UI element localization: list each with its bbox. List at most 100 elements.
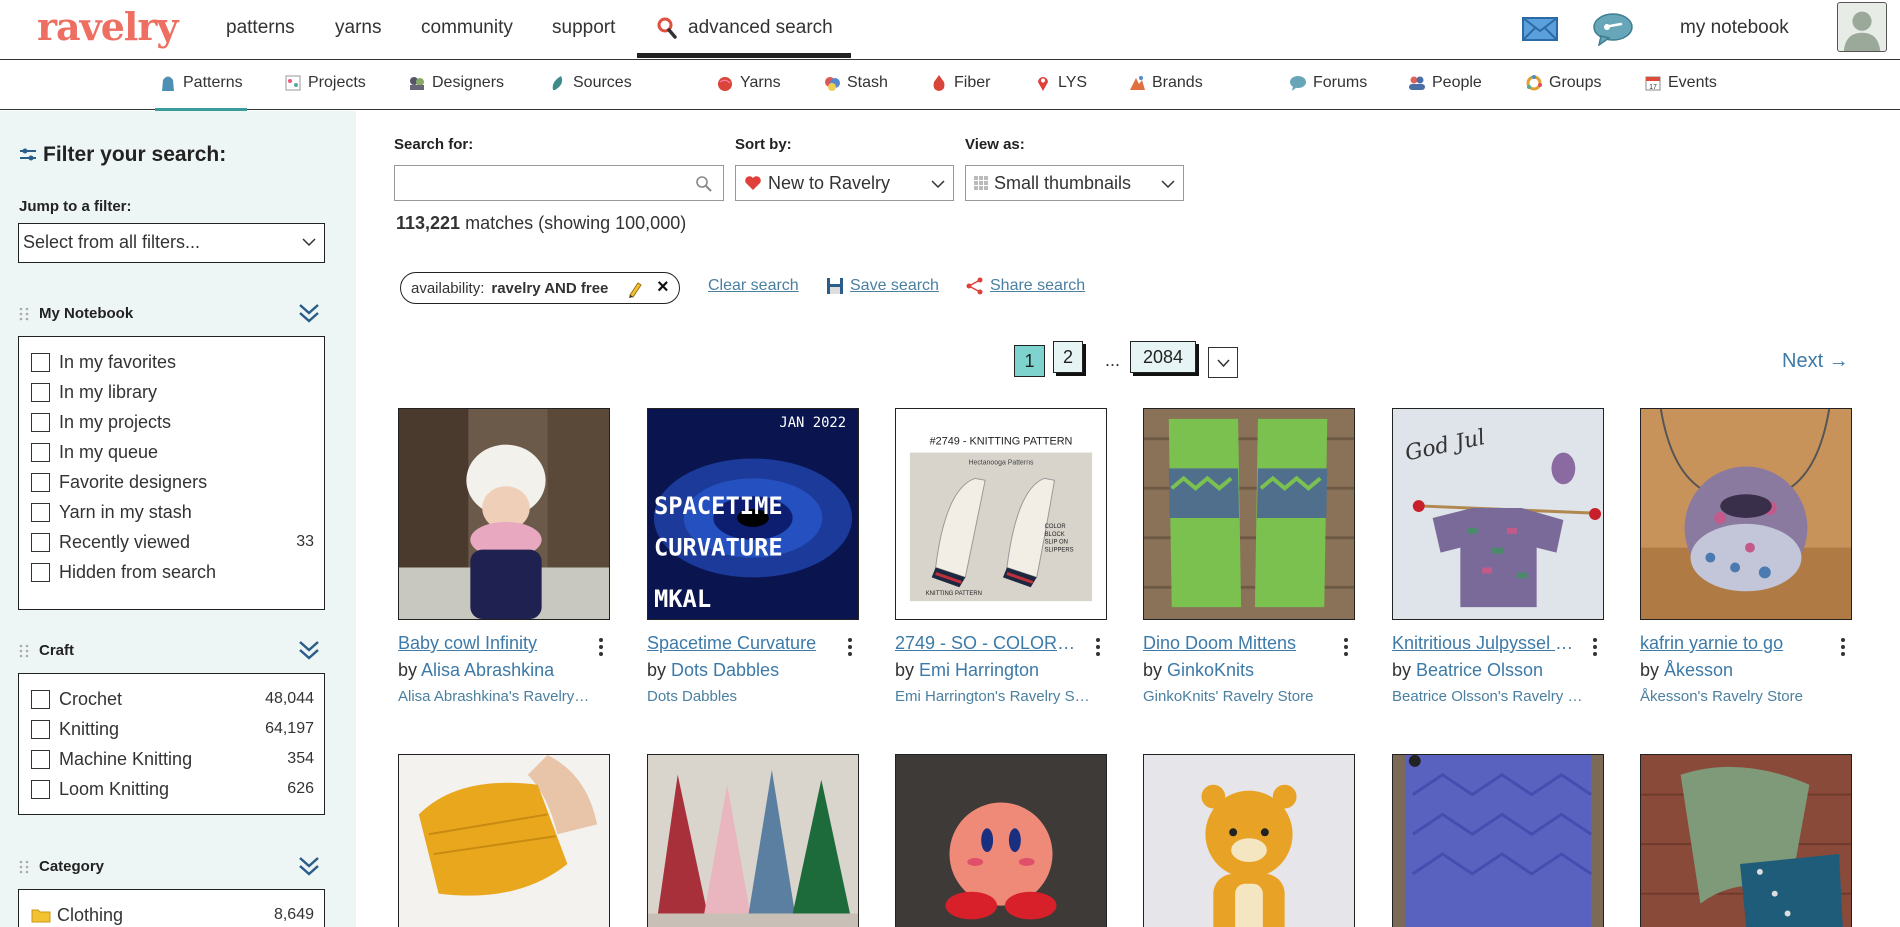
checkbox[interactable] — [31, 532, 50, 552]
tab-brands[interactable]: Brands — [1128, 74, 1203, 92]
pattern-title-link[interactable]: kafrin yarnie to go — [1640, 633, 1822, 654]
tab-groups[interactable]: Groups — [1525, 74, 1601, 92]
tab-people[interactable]: People — [1408, 74, 1482, 92]
checkbox[interactable] — [31, 502, 50, 522]
pattern-thumbnail[interactable] — [895, 754, 1107, 927]
collapse-icon[interactable] — [297, 854, 321, 878]
filter-in-my-library[interactable]: In my library — [31, 380, 314, 404]
page-jump-dropdown[interactable] — [1208, 347, 1238, 378]
designer-link[interactable]: Alisa Abrashkina — [421, 660, 554, 680]
active-filter-chip[interactable]: availability: ravelry AND free × — [400, 272, 680, 304]
store-link[interactable]: Åkesson's Ravelry Store — [1640, 688, 1835, 705]
filter-in-my-favorites[interactable]: In my favorites — [31, 350, 314, 374]
tab-sources[interactable]: Sources — [549, 74, 632, 92]
share-search-link[interactable]: Share search — [966, 277, 1085, 295]
drag-handle-icon[interactable] — [19, 307, 29, 321]
filter-machine-knitting[interactable]: Machine Knitting 354 — [31, 747, 314, 771]
filter-in-my-projects[interactable]: In my projects — [31, 410, 314, 434]
checkbox[interactable] — [31, 562, 50, 582]
clear-search-link[interactable]: Clear search — [708, 277, 799, 295]
nav-patterns[interactable]: patterns — [226, 17, 295, 39]
tab-forums[interactable]: Forums — [1289, 74, 1367, 92]
drag-handle-icon[interactable] — [19, 860, 29, 874]
checkbox[interactable] — [31, 689, 50, 709]
designer-link[interactable]: Emi Harrington — [919, 660, 1039, 680]
more-options-icon[interactable] — [598, 637, 604, 657]
my-notebook-link[interactable]: my notebook — [1680, 17, 1789, 39]
jump-filter-select[interactable]: Select from all filters... — [18, 223, 325, 263]
checkbox[interactable] — [31, 749, 50, 769]
tab-lys[interactable]: LYS — [1034, 74, 1087, 92]
pattern-thumbnail[interactable]: God Jul — [1392, 408, 1604, 620]
checkbox[interactable] — [31, 779, 50, 799]
chat-icon[interactable] — [1593, 12, 1633, 46]
filter-recently-viewed[interactable]: Recently viewed 33 — [31, 530, 314, 554]
view-as-select[interactable]: Small thumbnails — [965, 165, 1184, 201]
designer-link[interactable]: GinkoKnits — [1167, 660, 1254, 680]
pattern-thumbnail[interactable]: JAN 2022 SPACETIME CURVATURE MKAL — [647, 408, 859, 620]
avatar[interactable] — [1837, 2, 1887, 52]
pencil-icon[interactable] — [627, 280, 643, 298]
drag-handle-icon[interactable] — [19, 644, 29, 658]
designer-link[interactable]: Dots Dabbles — [671, 660, 779, 680]
filter-loom-knitting[interactable]: Loom Knitting 626 — [31, 777, 314, 801]
pattern-thumbnail[interactable] — [1640, 754, 1852, 927]
pattern-thumbnail[interactable]: #2749 - KNITTING PATTERN Hectanooga Patt… — [895, 408, 1107, 620]
store-link[interactable]: Dots Dabbles — [647, 688, 842, 705]
tab-stash[interactable]: Stash — [823, 74, 888, 92]
filter-in-my-queue[interactable]: In my queue — [31, 440, 314, 464]
checkbox[interactable] — [31, 472, 50, 492]
pattern-thumbnail[interactable] — [1143, 754, 1355, 927]
page-2-button[interactable]: 2 — [1053, 341, 1083, 373]
pattern-title-link[interactable]: Knitritious Julpyssel 2022 — [1392, 633, 1574, 654]
designer-link[interactable]: Beatrice Olsson — [1416, 660, 1543, 680]
search-input[interactable] — [394, 165, 724, 201]
more-options-icon[interactable] — [1343, 637, 1349, 657]
filter-clothing[interactable]: Clothing 8,649 — [31, 903, 314, 927]
designer-link[interactable]: Åkesson — [1664, 660, 1733, 680]
group-category-header[interactable]: Category — [19, 858, 104, 875]
filter-hidden-from-search[interactable]: Hidden from search — [31, 560, 314, 584]
store-link[interactable]: Emi Harrington's Ravelry Store — [895, 688, 1090, 705]
sort-by-select[interactable]: New to Ravelry — [735, 165, 954, 201]
more-options-icon[interactable] — [847, 637, 853, 657]
group-craft-header[interactable]: Craft — [19, 642, 74, 659]
checkbox[interactable] — [31, 352, 50, 372]
store-link[interactable]: Beatrice Olsson's Ravelry Store — [1392, 688, 1587, 705]
pattern-title-link[interactable]: Baby cowl Infinity — [398, 633, 580, 654]
pattern-thumbnail[interactable] — [398, 408, 610, 620]
collapse-icon[interactable] — [297, 301, 321, 325]
pattern-thumbnail[interactable] — [647, 754, 859, 927]
nav-yarns[interactable]: yarns — [335, 17, 381, 39]
filter-crochet[interactable]: Crochet 48,044 — [31, 687, 314, 711]
remove-filter-icon[interactable]: × — [657, 276, 669, 299]
store-link[interactable]: Alisa Abrashkina's Ravelry Store — [398, 688, 593, 705]
tab-patterns[interactable]: Patterns — [155, 74, 247, 112]
checkbox[interactable] — [31, 719, 50, 739]
pattern-title-link[interactable]: Spacetime Curvature — [647, 633, 829, 654]
filter-favorite-designers[interactable]: Favorite designers — [31, 470, 314, 494]
pattern-thumbnail[interactable] — [1392, 754, 1604, 927]
pattern-title-link[interactable]: Dino Doom Mittens — [1143, 633, 1325, 654]
more-options-icon[interactable] — [1840, 637, 1846, 657]
save-search-link[interactable]: Save search — [826, 277, 939, 295]
nav-advanced-search[interactable]: advanced search — [637, 0, 851, 58]
store-link[interactable]: GinkoKnits' Ravelry Store — [1143, 688, 1338, 705]
nav-community[interactable]: community — [421, 17, 513, 39]
folder-icon[interactable] — [31, 907, 51, 923]
group-my-notebook-header[interactable]: My Notebook — [19, 305, 133, 322]
pattern-title-link[interactable]: 2749 - SO - COLOR BLOCK SLIP ON SLIPPERS — [895, 633, 1077, 654]
search-icon[interactable] — [695, 175, 713, 193]
ravelry-logo[interactable]: ravelry — [37, 4, 178, 49]
pattern-thumbnail[interactable] — [398, 754, 610, 927]
checkbox[interactable] — [31, 412, 50, 432]
mail-icon[interactable] — [1522, 16, 1558, 42]
nav-support[interactable]: support — [552, 17, 615, 39]
tab-projects[interactable]: Projects — [284, 74, 366, 92]
tab-events[interactable]: 17 Events — [1644, 74, 1717, 92]
next-page-link[interactable]: Next → — [1782, 350, 1849, 373]
pattern-thumbnail[interactable] — [1143, 408, 1355, 620]
filter-yarn-in-stash[interactable]: Yarn in my stash — [31, 500, 314, 524]
tab-fiber[interactable]: Fiber — [930, 74, 990, 92]
more-options-icon[interactable] — [1592, 637, 1598, 657]
